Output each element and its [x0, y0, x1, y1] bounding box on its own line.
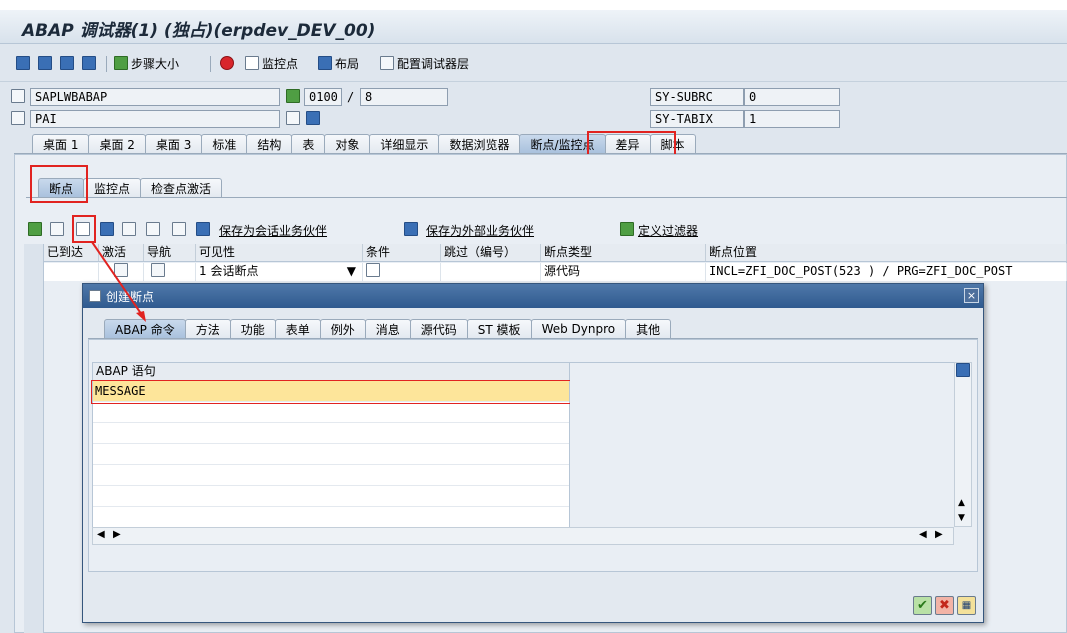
annotation-arrow	[91, 241, 146, 322]
